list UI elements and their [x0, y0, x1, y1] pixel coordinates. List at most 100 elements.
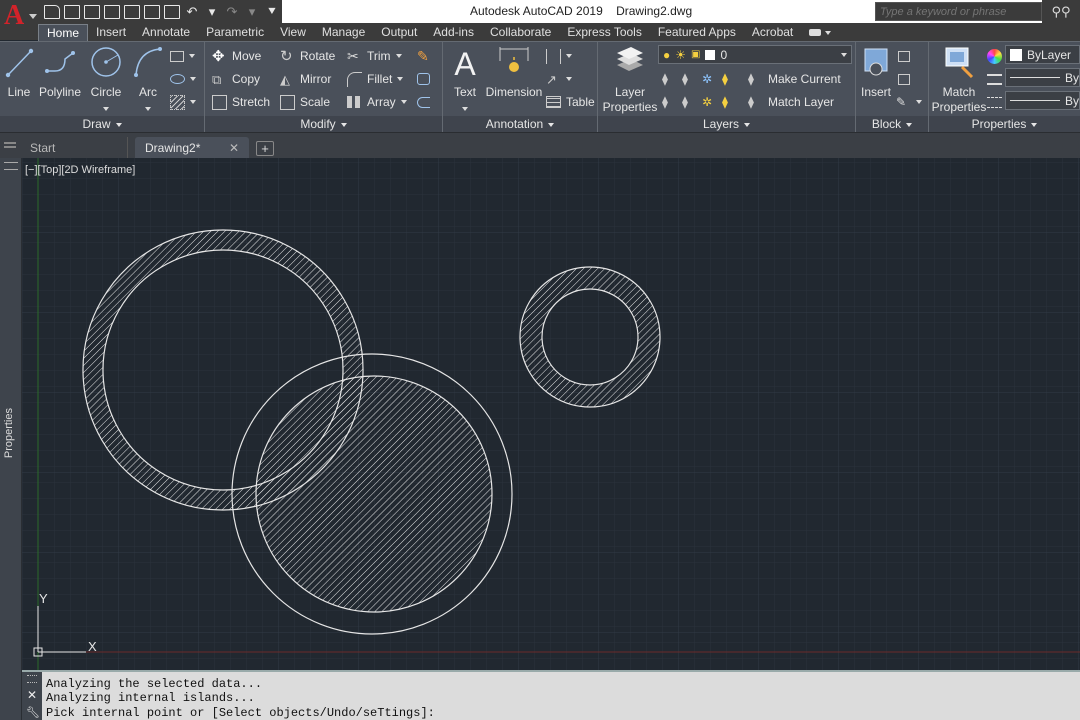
redo-icon[interactable]: ↷ — [224, 4, 240, 19]
lineweight-dropdown[interactable]: By — [1005, 68, 1080, 87]
scale-button[interactable]: Scale — [280, 92, 330, 112]
match-layer-button[interactable]: ⧫ Match Layer — [748, 92, 834, 112]
ellipse-button[interactable] — [170, 69, 196, 89]
chevron-down-icon[interactable] — [190, 100, 196, 104]
new-tab-button[interactable]: + — [256, 141, 274, 156]
line-button[interactable]: Line — [4, 45, 34, 100]
layer-dropdown[interactable]: ● ☀ ▣ 0 — [658, 45, 852, 64]
chevron-down-icon[interactable] — [462, 107, 468, 111]
command-prompt[interactable]: Pick internal point or [Select objects/U… — [46, 706, 435, 720]
linetype-dropdown[interactable]: By — [1005, 91, 1080, 110]
ribbon-options[interactable] — [801, 24, 832, 41]
tab-express-tools[interactable]: Express Tools — [559, 24, 649, 41]
block-panel-title[interactable]: Block — [856, 116, 928, 133]
layer-on-icon[interactable]: ⧫ — [662, 95, 677, 110]
chevron-down-icon[interactable] — [916, 100, 922, 104]
new-file-icon[interactable] — [44, 4, 60, 19]
annotation-panel-title[interactable]: Annotation — [443, 116, 597, 133]
tab-add-ins[interactable]: Add-ins — [425, 24, 482, 41]
tab-insert[interactable]: Insert — [88, 24, 134, 41]
application-menu-button[interactable]: A — [0, 0, 38, 40]
layers-panel-title[interactable]: Layers — [598, 116, 855, 133]
drawing-area[interactable]: [−][Top][2D Wireframe] Y X — [22, 158, 1080, 670]
draw-panel-title[interactable]: Draw — [0, 116, 204, 133]
properties-palette-collapsed[interactable]: Properties — [0, 158, 22, 720]
leader-button[interactable]: ↗ — [546, 69, 572, 89]
layer-thaw-icon[interactable]: ✲ — [702, 95, 717, 110]
match-properties-button[interactable]: Match Properties — [931, 45, 987, 115]
file-tab-drawing2[interactable]: Drawing2* ✕ — [135, 137, 249, 159]
hatched-disk[interactable] — [255, 375, 493, 613]
layer-freeze-icon[interactable]: ✲ — [702, 72, 717, 87]
undo-icon[interactable]: ↶ — [184, 4, 200, 19]
make-current-button[interactable]: ⧫ Make Current — [748, 69, 841, 89]
layer-off-icon[interactable]: ⧫ — [662, 72, 677, 87]
hatch-button[interactable] — [170, 92, 196, 112]
tab-acrobat[interactable]: Acrobat — [744, 24, 801, 41]
layer-unlock-icon[interactable]: ⧫ — [722, 95, 737, 110]
command-grip-icon[interactable] — [27, 675, 37, 683]
array-button[interactable]: Array — [347, 92, 407, 112]
offset-button[interactable] — [417, 92, 430, 112]
layer-lock-icon[interactable]: ⧫ — [722, 72, 737, 87]
chevron-down-icon[interactable] — [145, 107, 151, 111]
fillet-button[interactable]: Fillet — [347, 69, 404, 89]
copy-button[interactable]: ⧉ Copy — [212, 69, 260, 89]
rotate-button[interactable]: ↻ Rotate — [280, 46, 335, 66]
modify-panel-title[interactable]: Modify — [205, 116, 442, 133]
rectangle-button[interactable] — [170, 46, 195, 66]
save-icon[interactable] — [84, 4, 100, 19]
search-box[interactable] — [875, 2, 1042, 21]
edit-block-button[interactable] — [898, 69, 910, 89]
circle-button[interactable]: Circle — [88, 45, 124, 115]
table-button[interactable]: Table — [546, 92, 595, 112]
open-folder-icon[interactable] — [64, 4, 80, 19]
mirror-button[interactable]: ◭ Mirror — [280, 69, 331, 89]
tab-annotate[interactable]: Annotate — [134, 24, 198, 41]
insert-button[interactable]: Insert — [858, 45, 894, 100]
tab-view[interactable]: View — [272, 24, 314, 41]
linetype-icon[interactable] — [987, 92, 1002, 112]
stretch-button[interactable]: Stretch — [212, 92, 270, 112]
chevron-down-icon[interactable] — [190, 77, 196, 81]
close-icon[interactable]: ✕ — [229, 137, 239, 159]
tab-manage[interactable]: Manage — [314, 24, 373, 41]
drawing-canvas[interactable]: Y X — [22, 158, 1080, 670]
plot-printer-icon[interactable] — [164, 4, 180, 19]
polyline-button[interactable]: Polyline — [38, 45, 82, 100]
tab-home[interactable]: Home — [38, 24, 89, 41]
save-to-web-icon[interactable] — [144, 4, 160, 19]
tab-parametric[interactable]: Parametric — [198, 24, 272, 41]
chevron-down-icon[interactable] — [566, 77, 572, 81]
open-from-web-icon[interactable] — [124, 4, 140, 19]
close-icon[interactable]: ✕ — [27, 688, 37, 702]
text-button[interactable]: A Text — [449, 45, 481, 115]
chevron-down-icon[interactable] — [103, 107, 109, 111]
viewport-controls[interactable]: [−][Top][2D Wireframe] — [25, 164, 135, 176]
create-block-button[interactable] — [898, 46, 910, 66]
layer-properties-button[interactable]: Layer Properties — [602, 45, 658, 115]
wrench-icon[interactable]: 🔧︎ — [26, 706, 40, 719]
lineweight-icon[interactable] — [987, 69, 1002, 89]
customize-toolbar-icon[interactable]: ⯆ — [264, 4, 280, 19]
undo-dropdown-icon[interactable]: ▾ — [204, 4, 220, 19]
tab-output[interactable]: Output — [373, 24, 425, 41]
file-tabs-menu-icon[interactable] — [4, 142, 16, 144]
command-line[interactable]: ✕ 🔧︎ Analyzing the selected data... Anal… — [22, 670, 1080, 720]
explode-button[interactable] — [417, 69, 430, 89]
trim-button[interactable]: ✂ Trim — [347, 46, 402, 66]
chevron-down-icon[interactable] — [395, 54, 402, 58]
color-dropdown[interactable]: ByLayer — [1005, 45, 1080, 64]
chevron-down-icon[interactable] — [397, 77, 404, 81]
linear-dimension-button[interactable] — [546, 46, 572, 66]
properties-panel-title[interactable]: Properties — [929, 116, 1080, 133]
chevron-down-icon[interactable] — [400, 100, 407, 104]
chevron-down-icon[interactable] — [189, 54, 195, 58]
layer-unisolate-icon[interactable]: ⧫ — [682, 95, 697, 110]
arc-button[interactable]: Arc — [132, 45, 164, 115]
search-input[interactable] — [876, 3, 1041, 20]
save-as-icon[interactable] — [104, 4, 120, 19]
binoculars-icon[interactable]: ⚲⚲ — [1042, 0, 1080, 23]
tab-featured-apps[interactable]: Featured Apps — [650, 24, 744, 41]
dimension-button[interactable]: Dimension — [485, 45, 543, 100]
